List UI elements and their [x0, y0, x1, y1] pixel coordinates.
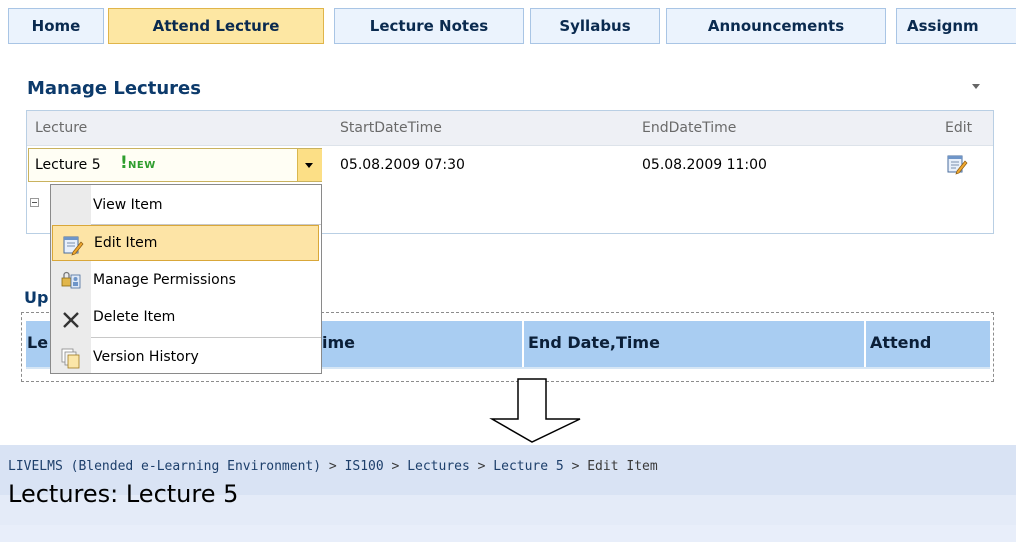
new-badge: NEW: [128, 160, 156, 171]
lecture-title-link[interactable]: Lecture 5: [35, 157, 101, 173]
menu-item-label: Version History: [93, 349, 199, 365]
down-arrow-icon: [489, 378, 581, 443]
new-item-mark: !: [120, 153, 128, 173]
tab-label: Attend Lecture: [152, 17, 280, 35]
tab-label: Announcements: [707, 17, 845, 35]
edit-icon: [63, 236, 84, 256]
breadcrumb-item-course[interactable]: IS100: [345, 459, 384, 474]
breadcrumb-separator: >: [391, 459, 400, 474]
page-title: Lectures: Lecture 5: [8, 480, 239, 508]
column-header-start[interactable]: StartDateTime: [340, 120, 442, 136]
menu-separator: [91, 337, 321, 338]
breadcrumb-item-lecture[interactable]: Lecture 5: [493, 459, 563, 474]
column-header-edit: Edit: [945, 120, 973, 136]
column-header-lecture-partial: Le: [27, 333, 49, 352]
menu-item-version-history[interactable]: Version History: [51, 339, 321, 373]
tab-home[interactable]: Home: [8, 8, 104, 44]
breadcrumb-separator: >: [328, 459, 337, 474]
column-header-attend: Attend: [870, 333, 932, 352]
item-context-menu: View Item Edit Item Manage Permissions D…: [50, 184, 322, 374]
delete-icon: [63, 312, 79, 328]
webpart-title-upcoming[interactable]: Up: [24, 288, 48, 307]
menu-item-manage-permissions[interactable]: Manage Permissions: [51, 262, 321, 298]
breadcrumb-item-list[interactable]: Lectures: [407, 459, 470, 474]
tab-label: Assignm: [907, 17, 979, 35]
version-history-icon: [61, 348, 80, 369]
column-header-start-partial: ime: [322, 333, 356, 352]
lectures-list-header: [27, 111, 993, 146]
breadcrumb-item-site[interactable]: LIVELMS (Blended e-Learning Environment): [8, 459, 321, 474]
tab-label: Lecture Notes: [369, 17, 489, 35]
menu-item-delete[interactable]: Delete Item: [51, 301, 321, 337]
tab-syllabus[interactable]: Syllabus: [530, 8, 660, 44]
menu-item-label: Delete Item: [93, 309, 176, 325]
tab-label: Home: [31, 17, 81, 35]
group-collapse-icon[interactable]: [30, 198, 39, 207]
webpart-title-manage-lectures[interactable]: Manage Lectures: [27, 78, 201, 99]
column-divider: [864, 321, 866, 367]
menu-item-view[interactable]: View Item: [51, 187, 321, 223]
menu-item-label: Manage Permissions: [93, 272, 236, 288]
tab-lecture-notes[interactable]: Lecture Notes: [334, 8, 524, 44]
breadcrumb-item-current: Edit Item: [587, 459, 658, 474]
column-header-end[interactable]: EndDateTime: [642, 120, 736, 136]
column-divider: [522, 321, 524, 367]
tab-announcements[interactable]: Announcements: [666, 8, 886, 44]
breadcrumb: LIVELMS (Blended e-Learning Environment)…: [8, 459, 658, 474]
column-header-end-datetime: End Date,Time: [528, 333, 660, 352]
permissions-icon: [61, 271, 81, 289]
column-header-lecture[interactable]: Lecture: [35, 120, 87, 136]
tab-attend-lecture[interactable]: Attend Lecture: [108, 8, 324, 44]
tab-assignments[interactable]: Assignm: [896, 8, 1016, 44]
menu-item-label: Edit Item: [94, 235, 158, 251]
menu-item-edit[interactable]: Edit Item: [52, 225, 319, 261]
breadcrumb-separator: >: [477, 459, 486, 474]
menu-item-label: View Item: [93, 197, 163, 213]
webpart-menu-arrow-icon[interactable]: [972, 84, 980, 89]
breadcrumb-separator: >: [571, 459, 580, 474]
page-title-area-bottom: [0, 525, 1016, 542]
start-datetime-cell: 05.08.2009 07:30: [340, 157, 465, 173]
tab-label: Syllabus: [559, 17, 631, 35]
edit-icon[interactable]: [946, 153, 968, 175]
chevron-down-icon: [305, 163, 313, 168]
end-datetime-cell: 05.08.2009 11:00: [642, 157, 767, 173]
